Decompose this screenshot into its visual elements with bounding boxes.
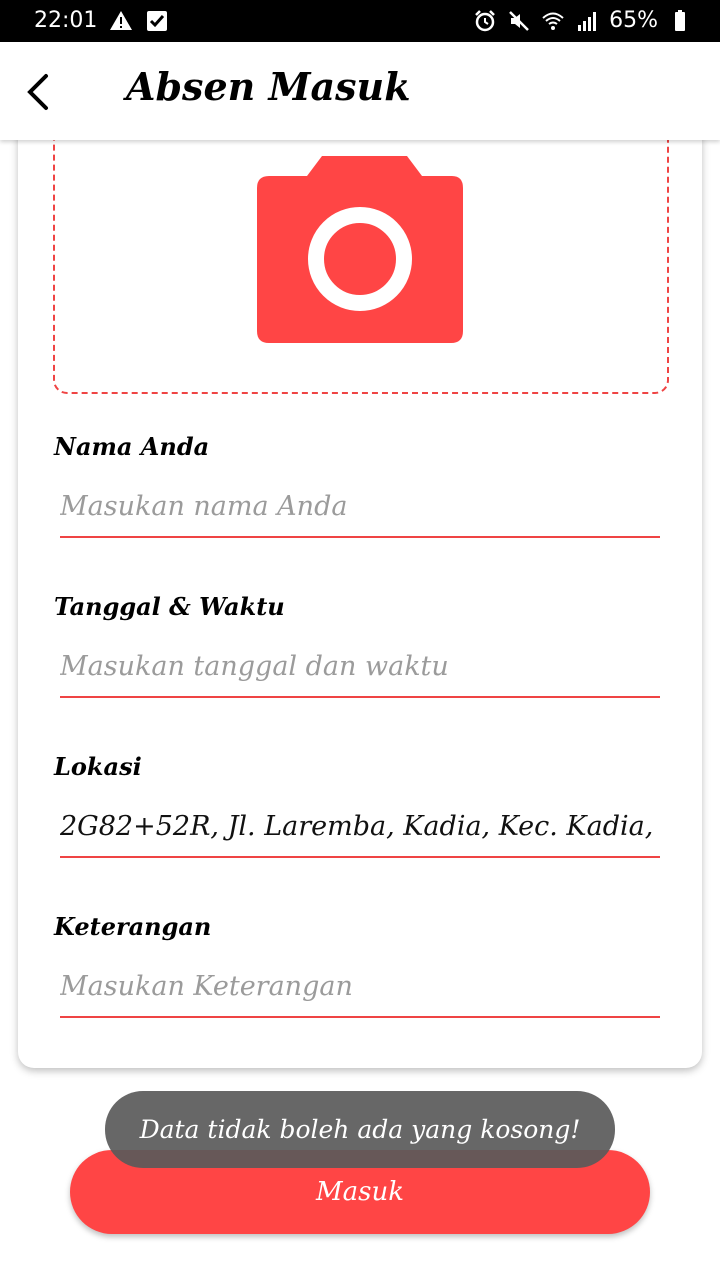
page-title: Absen Masuk [126, 64, 411, 109]
photo-capture-area[interactable] [53, 120, 669, 394]
mute-icon [509, 10, 529, 31]
battery-percent: 65% [609, 8, 658, 33]
note-field: Keterangan Masukan Keterangan [54, 912, 660, 1018]
wifi-icon [542, 12, 564, 30]
form-card: Nama Anda Masukan nama Anda Tanggal & Wa… [18, 120, 702, 1068]
name-label: Nama Anda [54, 432, 210, 461]
name-field: Nama Anda Masukan nama Anda [54, 432, 660, 538]
signal-icon [578, 11, 597, 31]
toast-message: Data tidak boleh ada yang kosong! [105, 1091, 615, 1168]
location-input[interactable]: 2G82+52R, Jl. Laremba, Kadia, Kec. Kadia… [60, 798, 660, 858]
status-bar: 22:01 65% [0, 0, 720, 42]
battery-icon [675, 9, 685, 31]
back-arrow-icon[interactable] [20, 70, 60, 114]
location-field: Lokasi 2G82+52R, Jl. Laremba, Kadia, Kec… [54, 752, 660, 858]
name-input[interactable]: Masukan nama Anda [60, 478, 660, 538]
app-bar: Absen Masuk [0, 42, 720, 140]
alarm-icon [475, 9, 495, 31]
datetime-input[interactable]: Masukan tanggal dan waktu [60, 638, 660, 698]
status-time: 22:01 [34, 8, 98, 33]
location-label: Lokasi [54, 752, 142, 781]
note-input[interactable]: Masukan Keterangan [60, 958, 660, 1018]
checkbox-icon [147, 10, 168, 31]
datetime-label: Tanggal & Waktu [54, 592, 285, 621]
camera-icon[interactable] [257, 156, 467, 346]
warning-icon [110, 10, 133, 30]
note-label: Keterangan [54, 912, 212, 941]
datetime-field: Tanggal & Waktu Masukan tanggal dan wakt… [54, 592, 660, 698]
